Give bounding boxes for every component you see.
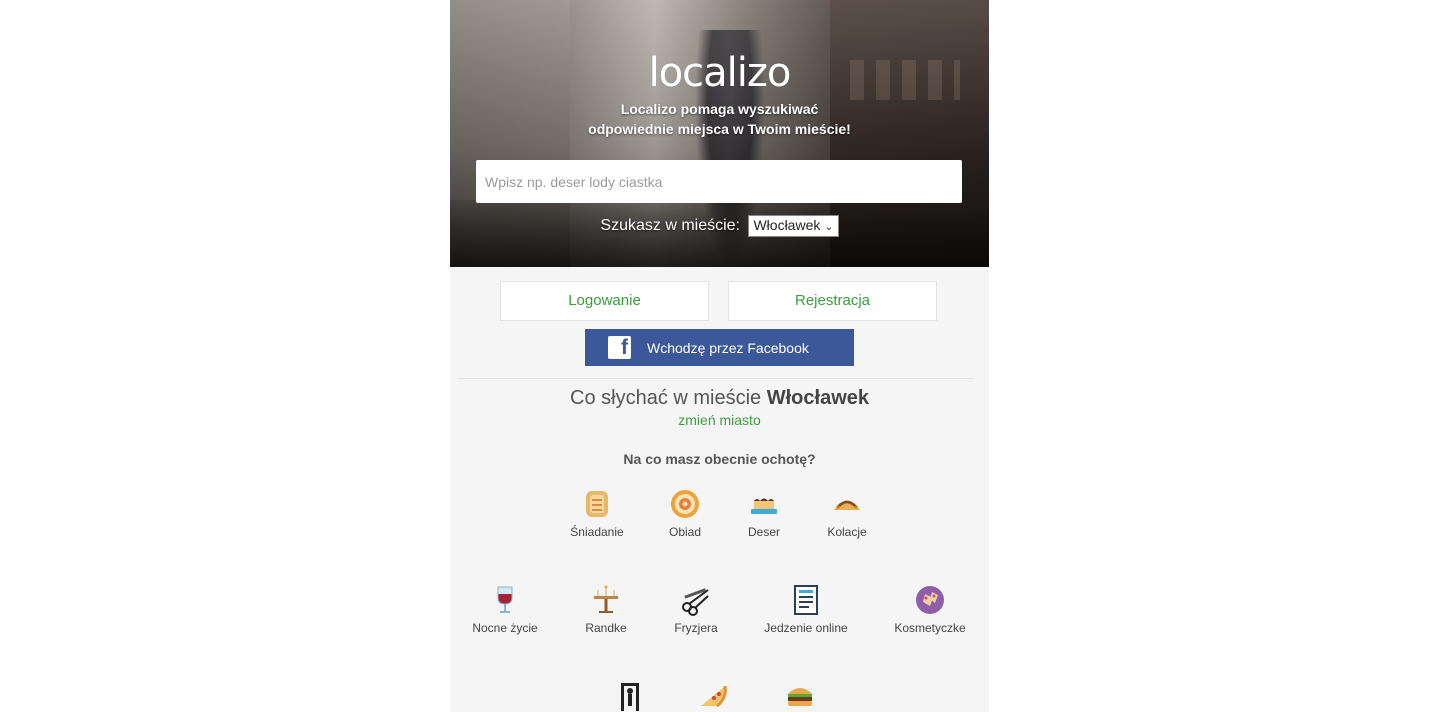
category-label: Kosmetyczke xyxy=(894,621,966,635)
toast-icon xyxy=(586,491,608,517)
city-heading-name: Włocławek xyxy=(766,387,869,409)
category-question: Na co masz obecnie ochotę? xyxy=(623,451,816,467)
hero-banner: localizo Localizo pomaga wyszukiwać odpo… xyxy=(450,0,989,267)
city-select-value: Włocławek xyxy=(753,217,821,233)
facebook-icon: f xyxy=(608,336,631,359)
chevron-down-icon: ⌄ xyxy=(824,221,834,233)
category-burger[interactable] xyxy=(750,680,850,712)
tagline-line-2: odpowiednie miejsca w Twoim mieście! xyxy=(588,121,851,137)
city-label: Szukasz w mieście: xyxy=(600,217,740,235)
city-select[interactable]: Włocławek ⌄ xyxy=(748,215,839,237)
category-kosmetyczke[interactable]: Kosmetyczke xyxy=(880,584,980,635)
menu-document-icon xyxy=(794,585,818,615)
section-divider xyxy=(458,378,973,379)
scissors-comb-icon xyxy=(682,588,709,616)
category-pizza[interactable] xyxy=(663,680,763,712)
register-button[interactable]: Rejestracja xyxy=(728,281,937,321)
city-selector-row: Szukasz w mieście: Włocławek ⌄ xyxy=(450,215,989,237)
change-city-link[interactable]: zmień miasto xyxy=(450,412,989,428)
category-fryzjera[interactable]: Fryzjera xyxy=(646,584,746,635)
app-column: localizo Localizo pomaga wyszukiwać odpo… xyxy=(450,0,989,712)
gym-icon xyxy=(621,683,639,711)
city-heading: Co słychać w mieście Włocławek xyxy=(450,387,989,410)
facebook-login-label: Wchodzę przez Facebook xyxy=(647,340,809,356)
table-icon xyxy=(594,585,618,613)
pizza-icon xyxy=(701,685,727,708)
category-nocne-zycie[interactable]: Nocne życie xyxy=(455,584,555,635)
tagline: Localizo pomaga wyszukiwać odpowiednie m… xyxy=(450,99,989,139)
category-kolacje[interactable]: Kolacje xyxy=(797,488,897,539)
category-label: Fryzjera xyxy=(674,621,718,635)
category-label: Nocne życie xyxy=(472,621,538,635)
category-randke[interactable]: Randke xyxy=(556,584,656,635)
nail-polish-icon xyxy=(916,586,944,614)
app-logo: localizo xyxy=(648,50,792,96)
category-sniadanie[interactable]: Śniadanie xyxy=(547,488,647,539)
search-input[interactable] xyxy=(476,160,962,203)
wine-glass-icon xyxy=(497,586,513,613)
city-heading-prefix: Co słychać w mieście xyxy=(570,387,762,409)
facebook-login-button[interactable]: f Wchodzę przez Facebook xyxy=(585,329,854,366)
burger-icon xyxy=(788,688,812,706)
category-label: Kolacje xyxy=(827,525,867,539)
tagline-line-1: Localizo pomaga wyszukiwać xyxy=(620,101,819,117)
category-label: Randke xyxy=(585,621,627,635)
category-label: Jedzenie online xyxy=(764,621,848,635)
donut-plate-icon xyxy=(671,490,699,518)
cake-icon xyxy=(751,498,777,514)
category-jedzenie-online[interactable]: Jedzenie online xyxy=(756,584,856,635)
login-button[interactable]: Logowanie xyxy=(500,281,709,321)
category-label: Śniadanie xyxy=(570,525,624,539)
taco-icon xyxy=(834,500,860,510)
